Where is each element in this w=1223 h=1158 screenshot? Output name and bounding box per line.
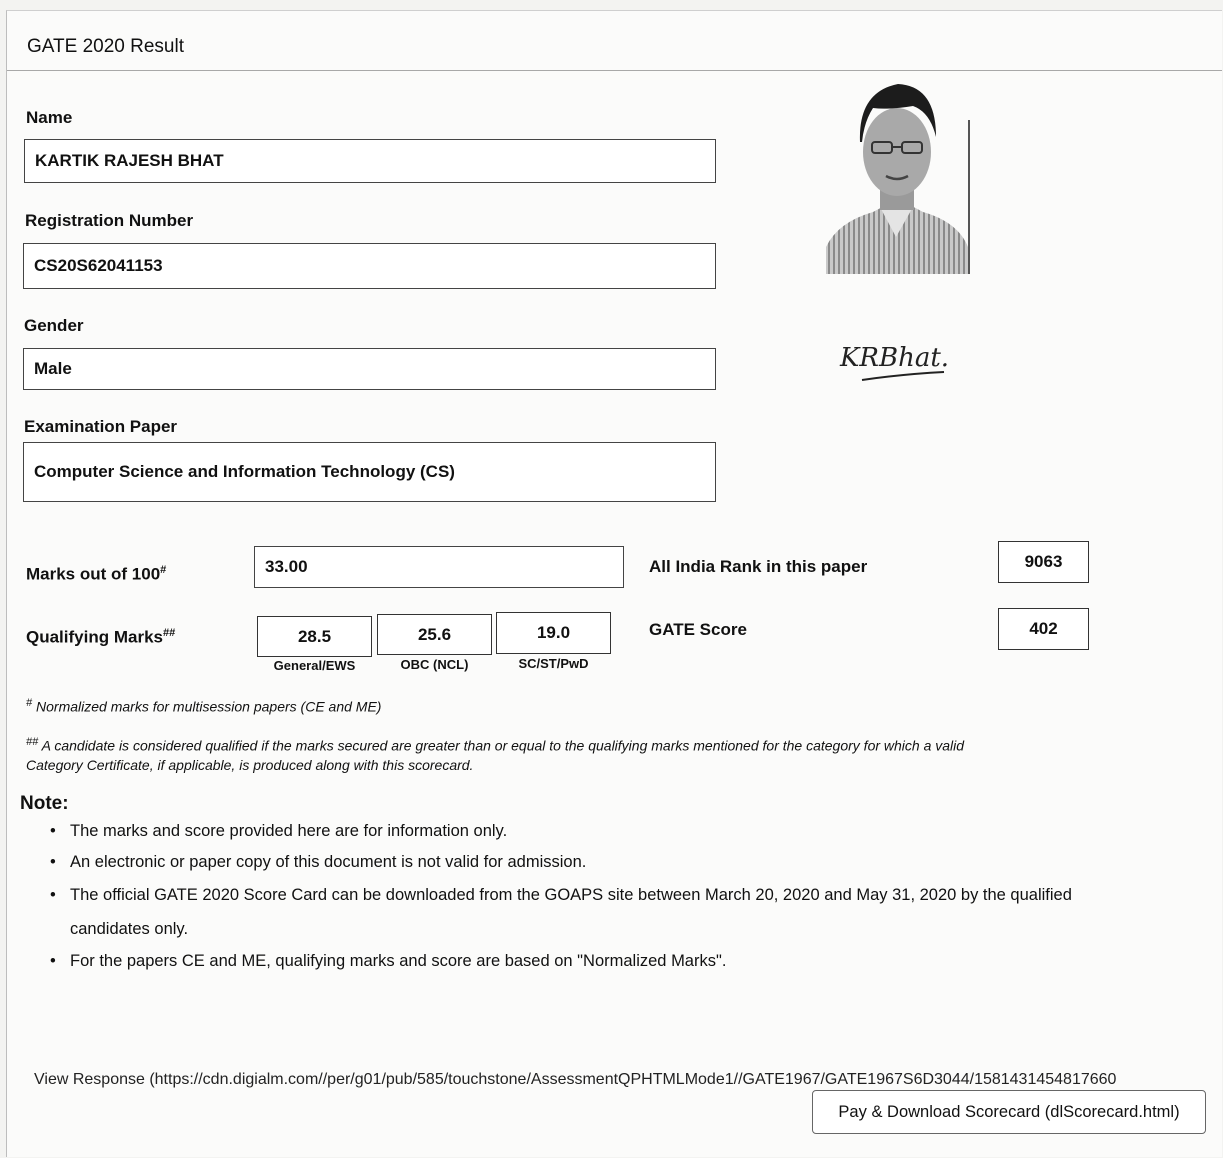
note-item: An electronic or paper copy of this docu… bbox=[30, 847, 1090, 878]
qualifying-scst-value: 19.0 bbox=[536, 623, 571, 642]
score-box: 402 bbox=[998, 608, 1089, 650]
exam-paper-field: Computer Science and Information Technol… bbox=[23, 442, 716, 502]
candidate-photo-icon bbox=[818, 72, 970, 274]
registration-value: CS20S62041153 bbox=[34, 256, 163, 275]
view-response-link[interactable]: View Response (https://cdn.digialm.com//… bbox=[34, 1071, 1116, 1089]
qualifying-scst-label: SC/ST/PwD bbox=[518, 656, 589, 671]
gender-value: Male bbox=[34, 359, 72, 378]
qualifying-obc-box: 25.6 bbox=[377, 614, 492, 655]
exam-paper-value: Computer Science and Information Technol… bbox=[34, 462, 455, 481]
marks-value: 33.00 bbox=[265, 557, 308, 576]
qualifying-obc-value: 25.6 bbox=[417, 624, 452, 644]
signature-text: KRBhat. bbox=[839, 343, 949, 373]
panel-header: GATE 2020 Result bbox=[7, 11, 1222, 71]
exam-paper-label: Examination Paper bbox=[24, 417, 178, 436]
score-label: GATE Score bbox=[649, 620, 747, 639]
name-label: Name bbox=[26, 108, 73, 127]
qualifying-general-label: General/EWS bbox=[273, 658, 356, 673]
note-list: The marks and score provided here are fo… bbox=[30, 816, 1090, 977]
qualifying-label-text: Qualifying Marks bbox=[26, 627, 163, 647]
qualifying-general-box: 28.5 bbox=[257, 616, 372, 657]
footnote-one-mark: # bbox=[26, 697, 33, 709]
name-field: KARTIK RAJESH BHAT bbox=[24, 139, 716, 183]
note-item: For the papers CE and ME, qualifying mar… bbox=[30, 946, 1090, 977]
marks-field: 33.00 bbox=[254, 546, 624, 588]
marks-label: Marks out of 100# bbox=[26, 564, 166, 585]
marks-label-sup: # bbox=[160, 564, 167, 576]
registration-label: Registration Number bbox=[25, 211, 194, 230]
footnote-qualified: ## A candidate is considered qualified i… bbox=[26, 733, 1066, 775]
signature-icon: KRBhat. bbox=[839, 343, 949, 381]
qualifying-label-sup: ## bbox=[162, 627, 176, 639]
footnote-two-line1: A candidate is considered qualified if t… bbox=[41, 737, 965, 754]
page-title: GATE 2020 Result bbox=[27, 36, 185, 57]
footnote-normalized: # Normalized marks for multisession pape… bbox=[26, 697, 381, 715]
registration-field: CS20S62041153 bbox=[23, 243, 716, 289]
note-item: The marks and score provided here are fo… bbox=[30, 816, 1090, 847]
note-item: The official GATE 2020 Score Card can be… bbox=[30, 878, 1090, 946]
name-value: KARTIK RAJESH BHAT bbox=[35, 151, 224, 170]
footnote-two-line2: Category Certificate, if applicable, is … bbox=[26, 756, 474, 773]
note-title: Note: bbox=[20, 793, 69, 814]
qualifying-obc-label: OBC (NCL) bbox=[400, 657, 469, 672]
qualifying-scst-box: 19.0 bbox=[496, 612, 611, 654]
qualifying-general-value: 28.5 bbox=[297, 626, 332, 646]
footnote-two-mark: ## bbox=[26, 736, 39, 748]
rank-value: 9063 bbox=[1024, 552, 1063, 571]
rank-label: All India Rank in this paper bbox=[649, 557, 868, 576]
pay-download-scorecard-button[interactable]: Pay & Download Scorecard (dlScorecard.ht… bbox=[812, 1090, 1206, 1134]
qualifying-label: Qualifying Marks## bbox=[26, 627, 175, 648]
gender-field: Male bbox=[23, 348, 716, 390]
score-value: 402 bbox=[1029, 619, 1058, 638]
gender-label: Gender bbox=[24, 316, 84, 335]
footnote-one-text: Normalized marks for multisession papers… bbox=[36, 698, 382, 715]
rank-box: 9063 bbox=[998, 541, 1089, 583]
marks-label-text: Marks out of 100 bbox=[26, 564, 161, 584]
